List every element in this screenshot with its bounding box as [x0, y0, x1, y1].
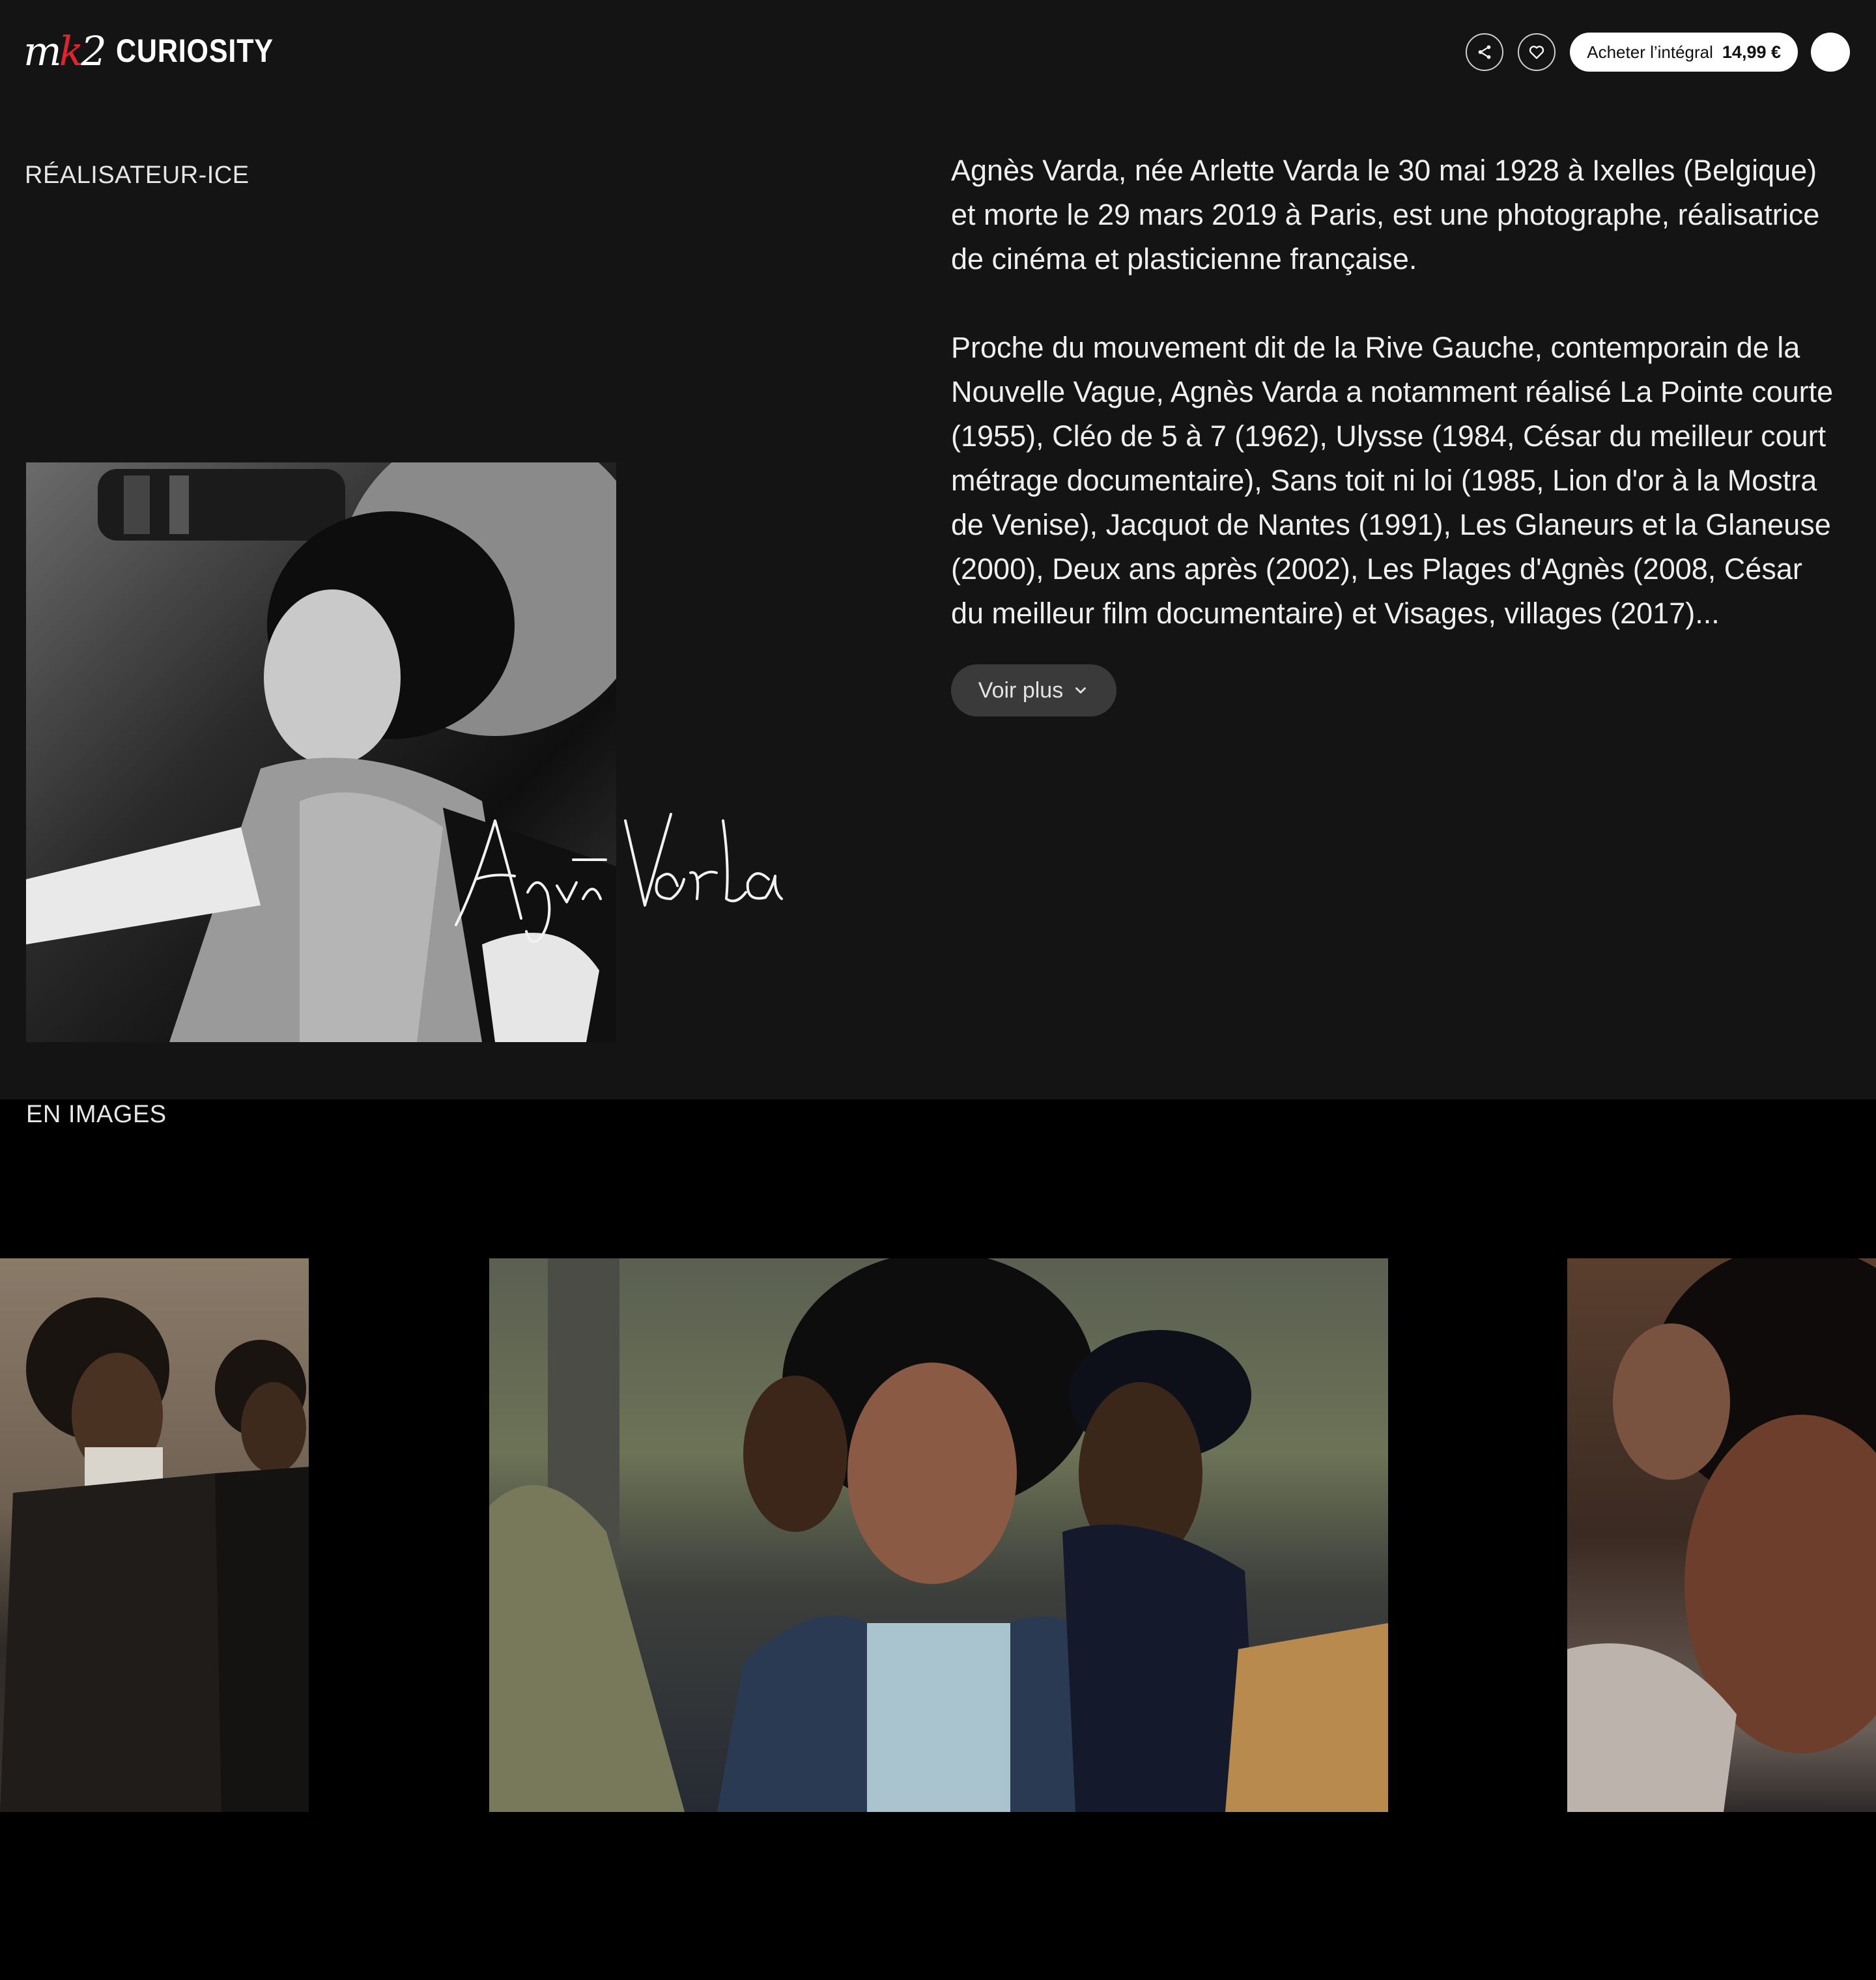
- see-more-label: Voir plus: [978, 677, 1064, 703]
- bio-paragraph: Agnès Varda, née Arlette Varda le 30 mai…: [951, 154, 1820, 276]
- chevron-down-icon: [1075, 687, 1087, 694]
- header-actions: Acheter l’intégral 14,99 €: [1466, 31, 1850, 73]
- share-button[interactable]: [1466, 33, 1504, 71]
- heart-icon: [1529, 46, 1544, 59]
- buy-label: Acheter l’intégral: [1587, 42, 1713, 62]
- buy-price: 14,99 €: [1722, 42, 1781, 62]
- director-section-label: RÉALISATEUR-ICE: [25, 162, 249, 189]
- see-more-button[interactable]: Voir plus: [951, 664, 1116, 716]
- logo-mark: mk2: [23, 27, 107, 75]
- share-icon: [1478, 45, 1491, 59]
- favorite-button[interactable]: [1518, 33, 1556, 71]
- director-signature: [455, 813, 783, 943]
- film-still[interactable]: [0, 1258, 309, 1812]
- buy-integral-button[interactable]: Acheter l’intégral 14,99 €: [1570, 33, 1798, 72]
- bio-paragraph: Proche du mouvement dit de la Rive Gauch…: [951, 331, 1834, 630]
- gallery-section-label: EN IMAGES: [26, 1101, 167, 1128]
- logo-brand: CURIOSITY: [115, 33, 274, 69]
- film-still[interactable]: [489, 1258, 1388, 1812]
- user-avatar[interactable]: [1811, 33, 1850, 72]
- film-still[interactable]: [1567, 1258, 1876, 1812]
- director-biography: Agnès Varda, née Arlette Varda le 30 mai…: [951, 148, 1837, 636]
- director-portrait: [26, 462, 616, 1042]
- mk2-curiosity-logo[interactable]: mk2 CURIOSITY: [23, 27, 299, 75]
